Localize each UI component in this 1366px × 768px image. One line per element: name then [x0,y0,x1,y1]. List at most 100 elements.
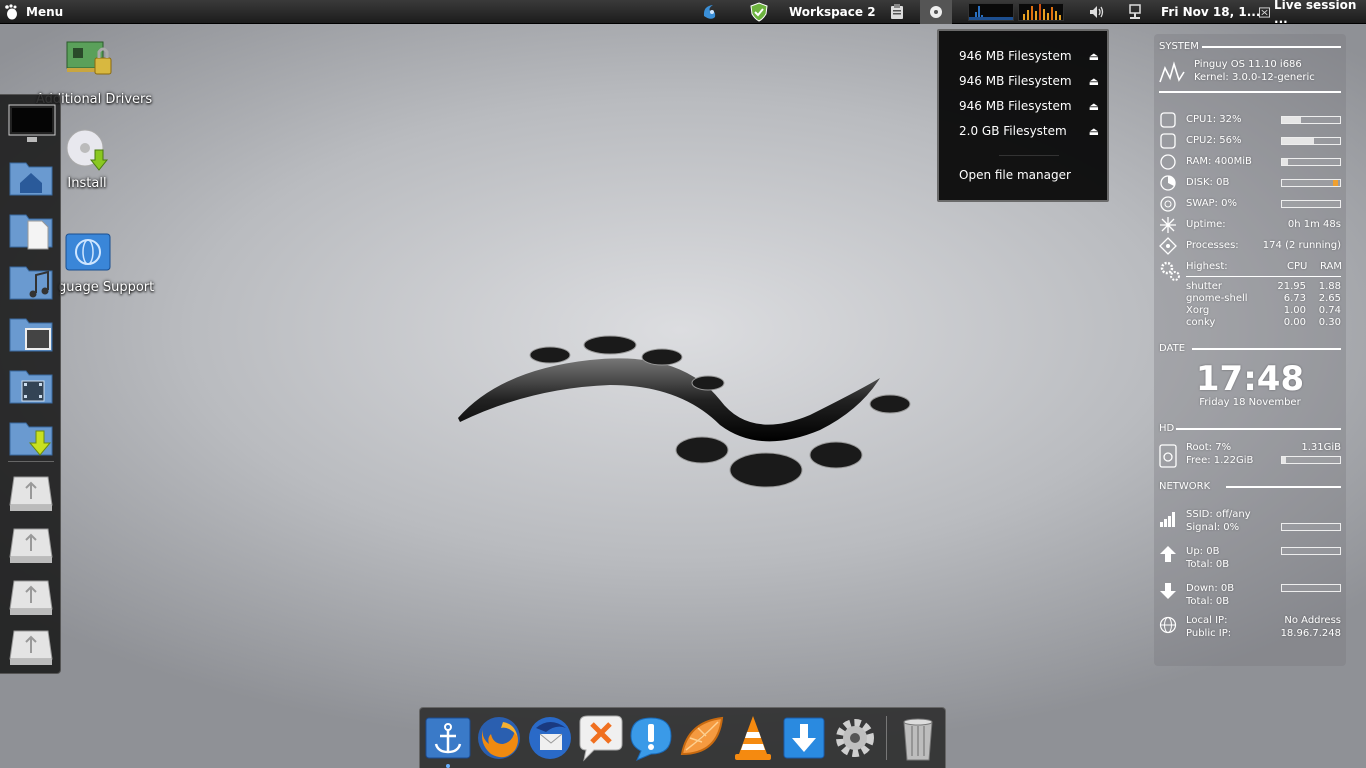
dock-item-chat[interactable] [576,714,624,762]
disk-label: DISK: 0B [1186,177,1230,188]
dock-separator [8,461,54,462]
eject-icon[interactable]: ⏏ [1089,100,1099,113]
mount-item-label: 946 MB Filesystem [959,74,1072,88]
local-ip-label: Local IP: [1186,615,1228,626]
swap-label: SWAP: 0% [1186,198,1237,209]
cpu1-bar [1281,116,1341,124]
clementine-slice-icon [680,716,724,756]
mount-item[interactable]: 946 MB Filesystem ⏏ [959,96,1099,116]
exclamation-bubble-icon [630,717,672,761]
uptime-label: Uptime: [1186,219,1226,230]
root-usage: Root: 7% [1186,442,1232,453]
music-folder-icon [9,266,53,300]
pictures-folder-icon [9,318,53,352]
cpu-chip-icon [1160,133,1176,149]
public-ip-value: 18.96.7.248 [1280,628,1341,639]
ram-bar-fill [1282,159,1288,165]
dock-item-desktop[interactable] [8,101,56,145]
conky-system-monitor: SYSTEM Pinguy OS 11.10 i686 Kernel: 3.0.… [1154,34,1346,666]
dock-item-firefox[interactable] [475,714,523,762]
clock-time: 17:48 [1195,359,1305,399]
removable-devices-button[interactable] [920,0,952,24]
process-ram: 0.30 [1318,317,1341,328]
globe-icon [1159,616,1177,634]
mount-item[interactable]: 946 MB Filesystem ⏏ [959,46,1099,66]
mount-item-label: 2.0 GB Filesystem [959,124,1067,138]
session-icon [1259,6,1271,18]
session-menu-button[interactable]: Live session ... [1259,0,1366,26]
videos-folder-icon [9,370,53,404]
eject-icon[interactable]: ⏏ [1089,125,1099,138]
volume-icon[interactable] [1089,0,1105,24]
language-globe-icon [65,233,111,271]
dock-item-notifications[interactable] [627,714,675,762]
process-name: gnome-shell [1186,293,1248,304]
eject-icon[interactable]: ⏏ [1089,75,1099,88]
network-graph[interactable] [968,3,1014,21]
shield-update-icon[interactable] [749,0,769,24]
dock-item-usb-drive-3[interactable] [8,577,54,621]
disk-bar [1281,179,1341,187]
clock-datetime[interactable]: Fri Nov 18, 1... [1161,0,1260,24]
divider [1159,91,1341,93]
chat-bubble-x-icon [579,715,623,762]
dock-item-clementine[interactable] [678,714,726,762]
process-cpu: 21.95 [1277,281,1306,292]
clipboard-icon[interactable] [890,0,904,24]
bottom-dock [419,707,946,768]
network-wired-icon[interactable] [1128,0,1142,24]
session-label: Live session ... [1274,0,1357,26]
dock-item-videos-folder[interactable] [8,363,54,407]
process-name: shutter [1186,281,1222,292]
dock-item-documents-folder[interactable] [8,207,54,251]
desktop-icon-install[interactable]: Install [62,128,112,191]
dock-item-downloads-folder[interactable] [8,415,54,459]
process-name: conky [1186,317,1216,328]
menu-separator [999,155,1059,156]
swap-bar [1281,200,1341,208]
clock-date: Friday 18 November [1199,397,1301,408]
dock-item-usb-drive-4[interactable] [8,627,54,671]
dock-item-thunderbird[interactable] [526,714,574,762]
thunderbird-icon [529,717,571,759]
process-ram: 2.65 [1318,293,1341,304]
section-header-system: SYSTEM [1159,41,1199,52]
dock-item-usb-drive-1[interactable] [8,473,54,517]
dock-item-pictures-folder[interactable] [8,311,54,355]
dock-item-usb-drive-2[interactable] [8,525,54,569]
menu-button[interactable]: Menu [4,0,63,24]
eject-icon[interactable]: ⏏ [1089,50,1099,63]
mount-item[interactable]: 946 MB Filesystem ⏏ [959,71,1099,91]
desktop-icon-language-support[interactable]: guage Support [58,232,154,295]
public-ip-label: Public IP: [1186,628,1232,639]
active-indicator [446,764,450,768]
ram-icon [1160,154,1176,170]
dock-item-anchor[interactable] [424,714,472,762]
cpu1-bar-fill [1282,117,1301,123]
dock-item-system-settings[interactable] [831,714,879,762]
workspace-switcher[interactable]: Workspace 2 [789,0,876,24]
section-header-date: DATE [1159,343,1186,354]
dock-item-downloader[interactable] [780,714,828,762]
removable-devices-menu: 946 MB Filesystem ⏏ 946 MB Filesystem ⏏ … [937,29,1109,202]
cpu-chip-icon [1160,112,1176,128]
pinguy-swirl-icon[interactable] [700,0,720,24]
processes-label: Processes: [1186,240,1239,251]
mount-item[interactable]: 2.0 GB Filesystem ⏏ [959,121,1099,141]
highest-label: Highest: [1186,261,1228,272]
open-file-manager-item[interactable]: Open file manager [959,168,1071,182]
gears-icon [1160,261,1180,281]
dock-item-home-folder[interactable] [8,155,54,199]
root-size: 1.31GiB [1301,442,1341,453]
download-rate: Down: 0B [1186,583,1235,594]
upload-arrow-icon [1160,546,1176,562]
anchor-icon [425,717,471,759]
wifi-ssid: SSID: off/any [1186,509,1251,520]
dock-item-vlc[interactable] [729,714,777,762]
cpu-graph[interactable] [1018,3,1064,21]
dock-item-trash[interactable] [894,714,942,762]
monitor-icon [8,104,56,142]
dock-item-music-folder[interactable] [8,259,54,303]
usb-drive-icon [9,528,53,563]
divider [1186,276,1341,277]
